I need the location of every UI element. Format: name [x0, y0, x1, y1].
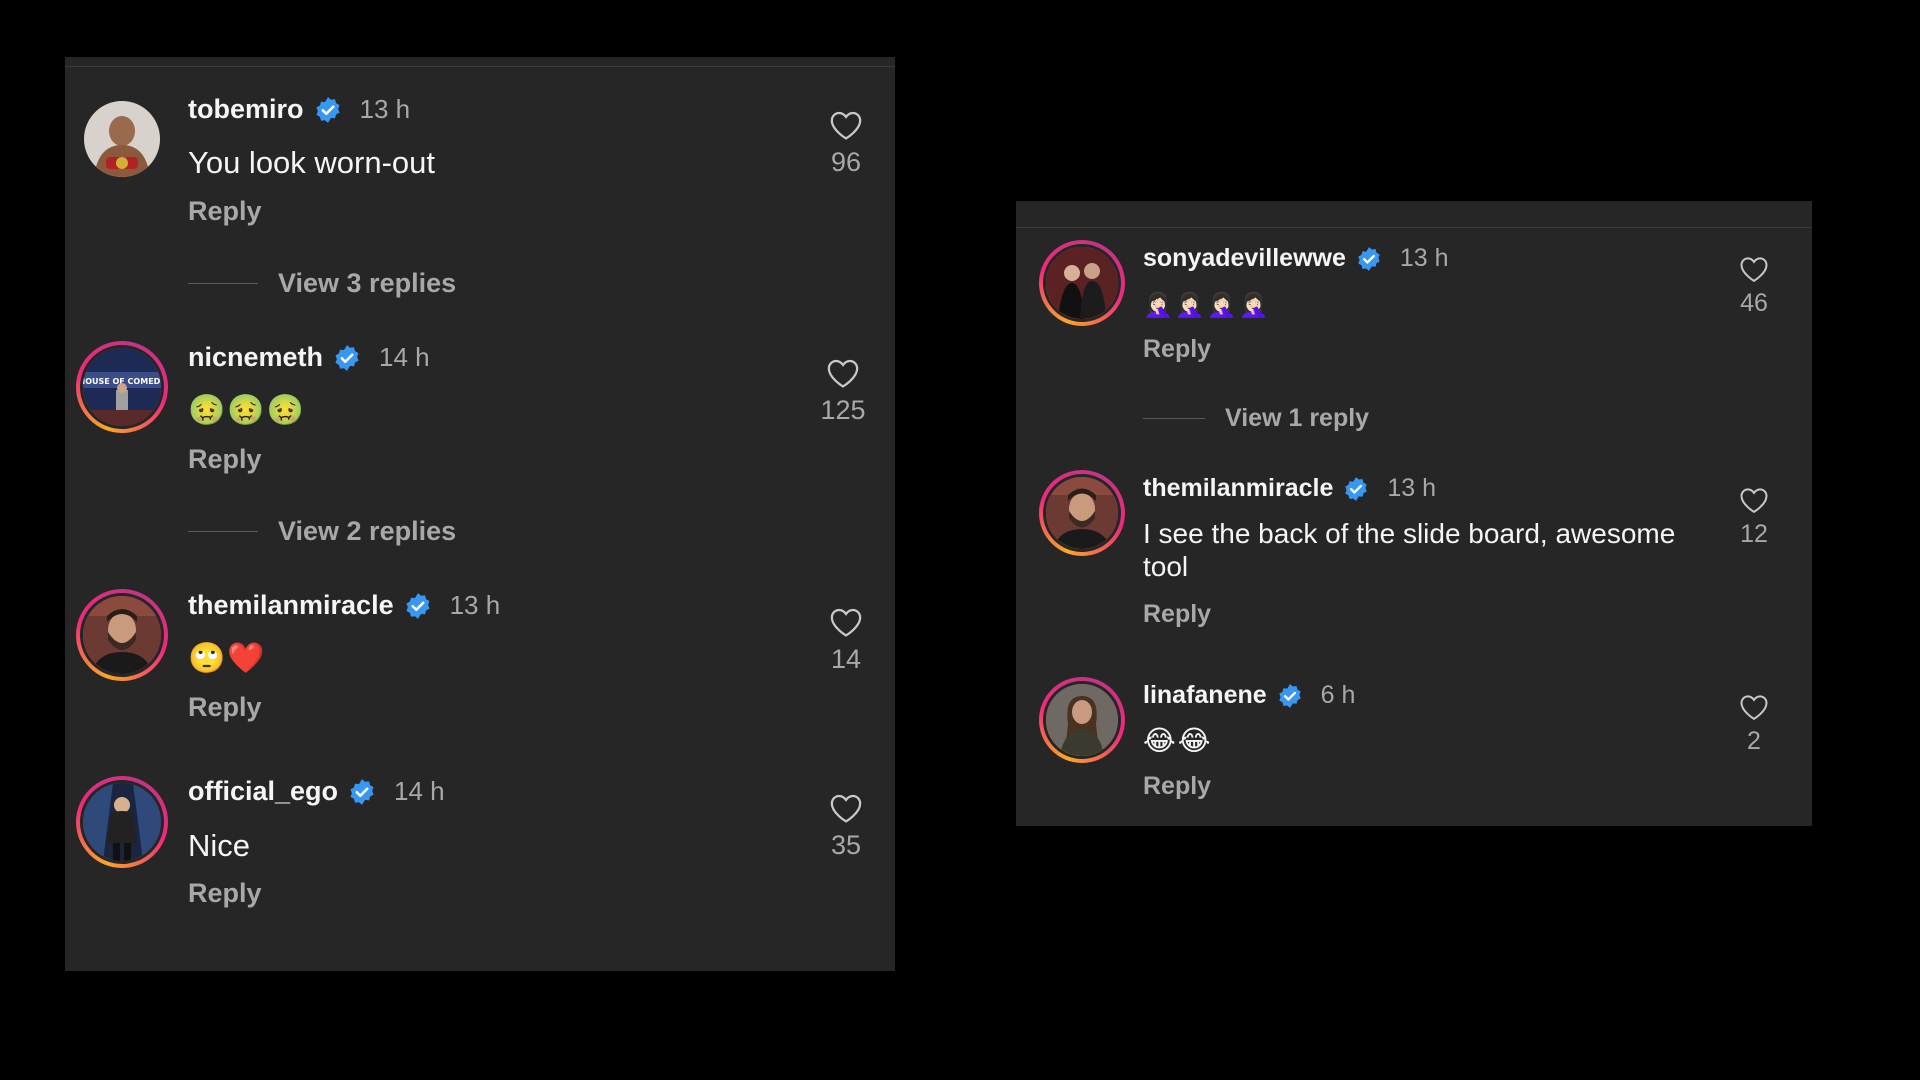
- reply-button[interactable]: Reply: [1143, 772, 1211, 801]
- timestamp: 13 h: [359, 94, 411, 124]
- like-control[interactable]: 35: [811, 792, 881, 861]
- username[interactable]: tobemiro: [188, 94, 304, 125]
- view-replies-label[interactable]: View 3 replies: [278, 268, 456, 299]
- like-control[interactable]: 96: [811, 109, 881, 178]
- heart-icon[interactable]: [1739, 255, 1769, 283]
- like-count: 14: [830, 644, 862, 674]
- reply-button[interactable]: Reply: [1143, 335, 1211, 364]
- avatar[interactable]: [1039, 470, 1125, 556]
- view-replies-button[interactable]: View 1 reply: [1143, 404, 1369, 433]
- avatar[interactable]: [1039, 240, 1125, 326]
- timestamp: 14 h: [394, 776, 445, 806]
- like-count: 2: [1747, 727, 1761, 755]
- like-count: 46: [1740, 289, 1768, 317]
- divider: [1143, 418, 1205, 419]
- view-replies-button[interactable]: View 3 replies: [188, 268, 456, 299]
- divider: [188, 531, 258, 532]
- bearded-man-avatar-icon: [1046, 477, 1118, 549]
- timestamp: 13 h: [1387, 474, 1437, 502]
- like-control[interactable]: 125: [808, 357, 878, 426]
- verified-badge-icon: [335, 344, 359, 371]
- view-replies-label[interactable]: View 2 replies: [278, 516, 456, 547]
- like-control[interactable]: 12: [1719, 486, 1789, 549]
- verified-badge-icon: [315, 96, 340, 123]
- username[interactable]: linafanene: [1143, 681, 1267, 710]
- comment-text: 🙄❤️: [188, 641, 267, 676]
- verified-badge-icon: [1278, 683, 1301, 708]
- avatar[interactable]: [1039, 677, 1125, 763]
- reply-button[interactable]: Reply: [188, 692, 262, 723]
- bearded-man-avatar-icon: [83, 596, 161, 674]
- timestamp: 6 h: [1320, 681, 1356, 709]
- comment-text: Nice: [188, 828, 251, 863]
- wrestler-entrance-avatar-icon: [83, 783, 161, 861]
- comment-text: 🤢🤢🤢: [188, 393, 307, 428]
- comments-panel-right: sonyadevillewwe 13 h 🤦🏻‍♀️🤦🏻‍♀️🤦🏻‍♀️🤦🏻‍♀…: [1016, 201, 1812, 826]
- avatar[interactable]: HOUSE OF COMEDY: [76, 341, 168, 433]
- timestamp: 14 h: [379, 342, 430, 372]
- divider: [188, 283, 258, 284]
- heart-icon[interactable]: [826, 357, 860, 389]
- username[interactable]: official_ego: [188, 776, 338, 807]
- heart-icon[interactable]: [829, 109, 863, 141]
- verified-badge-icon: [350, 778, 374, 805]
- reply-button[interactable]: Reply: [1143, 600, 1211, 629]
- like-control[interactable]: 14: [811, 606, 881, 675]
- comment-text-line: tool: [1143, 551, 1189, 582]
- reply-button[interactable]: Reply: [188, 196, 262, 227]
- couple-avatar-icon: [1046, 247, 1118, 319]
- divider: [65, 66, 895, 67]
- like-count: 125: [820, 395, 866, 425]
- comments-panel-left: tobemiro 13 h You look worn-out Reply 96…: [65, 57, 895, 971]
- avatar[interactable]: [84, 101, 160, 177]
- comment-text-line: I see the back of the slide board, aweso…: [1143, 518, 1676, 549]
- timestamp: 13 h: [449, 590, 501, 620]
- heart-icon[interactable]: [829, 606, 863, 638]
- avatar[interactable]: [76, 589, 168, 681]
- username[interactable]: themilanmiracle: [1143, 474, 1333, 503]
- comment-text: 😂😂: [1143, 724, 1213, 757]
- username[interactable]: themilanmiracle: [188, 590, 394, 621]
- like-count: 96: [830, 147, 862, 177]
- comment-text: You look worn-out: [188, 145, 436, 180]
- comment-text: 🤦🏻‍♀️🤦🏻‍♀️🤦🏻‍♀️🤦🏻‍♀️: [1143, 291, 1271, 319]
- view-replies-button[interactable]: View 2 replies: [188, 516, 456, 547]
- avatar[interactable]: [76, 776, 168, 868]
- comment-text: I see the back of the slide board, aweso…: [1143, 517, 1713, 583]
- heart-icon[interactable]: [829, 792, 863, 824]
- like-count: 12: [1740, 520, 1768, 548]
- heart-icon[interactable]: [1739, 486, 1769, 514]
- divider: [1016, 227, 1812, 228]
- reply-button[interactable]: Reply: [188, 444, 262, 475]
- verified-badge-icon: [1358, 246, 1380, 271]
- username[interactable]: sonyadevillewwe: [1143, 244, 1346, 273]
- like-control[interactable]: 2: [1719, 693, 1789, 756]
- reply-button[interactable]: Reply: [188, 878, 262, 909]
- verified-badge-icon: [406, 592, 430, 619]
- woman-avatar-icon: [1046, 684, 1118, 756]
- like-control[interactable]: 46: [1719, 255, 1789, 318]
- view-replies-label[interactable]: View 1 reply: [1225, 404, 1369, 433]
- house-of-comedy-avatar-icon: HOUSE OF COMEDY: [83, 348, 161, 426]
- like-count: 35: [830, 830, 862, 860]
- verified-badge-icon: [1345, 476, 1368, 501]
- username[interactable]: nicnemeth: [188, 342, 323, 373]
- timestamp: 13 h: [1399, 244, 1449, 272]
- wrestler-champion-avatar-icon: [84, 101, 160, 177]
- heart-icon[interactable]: [1739, 693, 1769, 721]
